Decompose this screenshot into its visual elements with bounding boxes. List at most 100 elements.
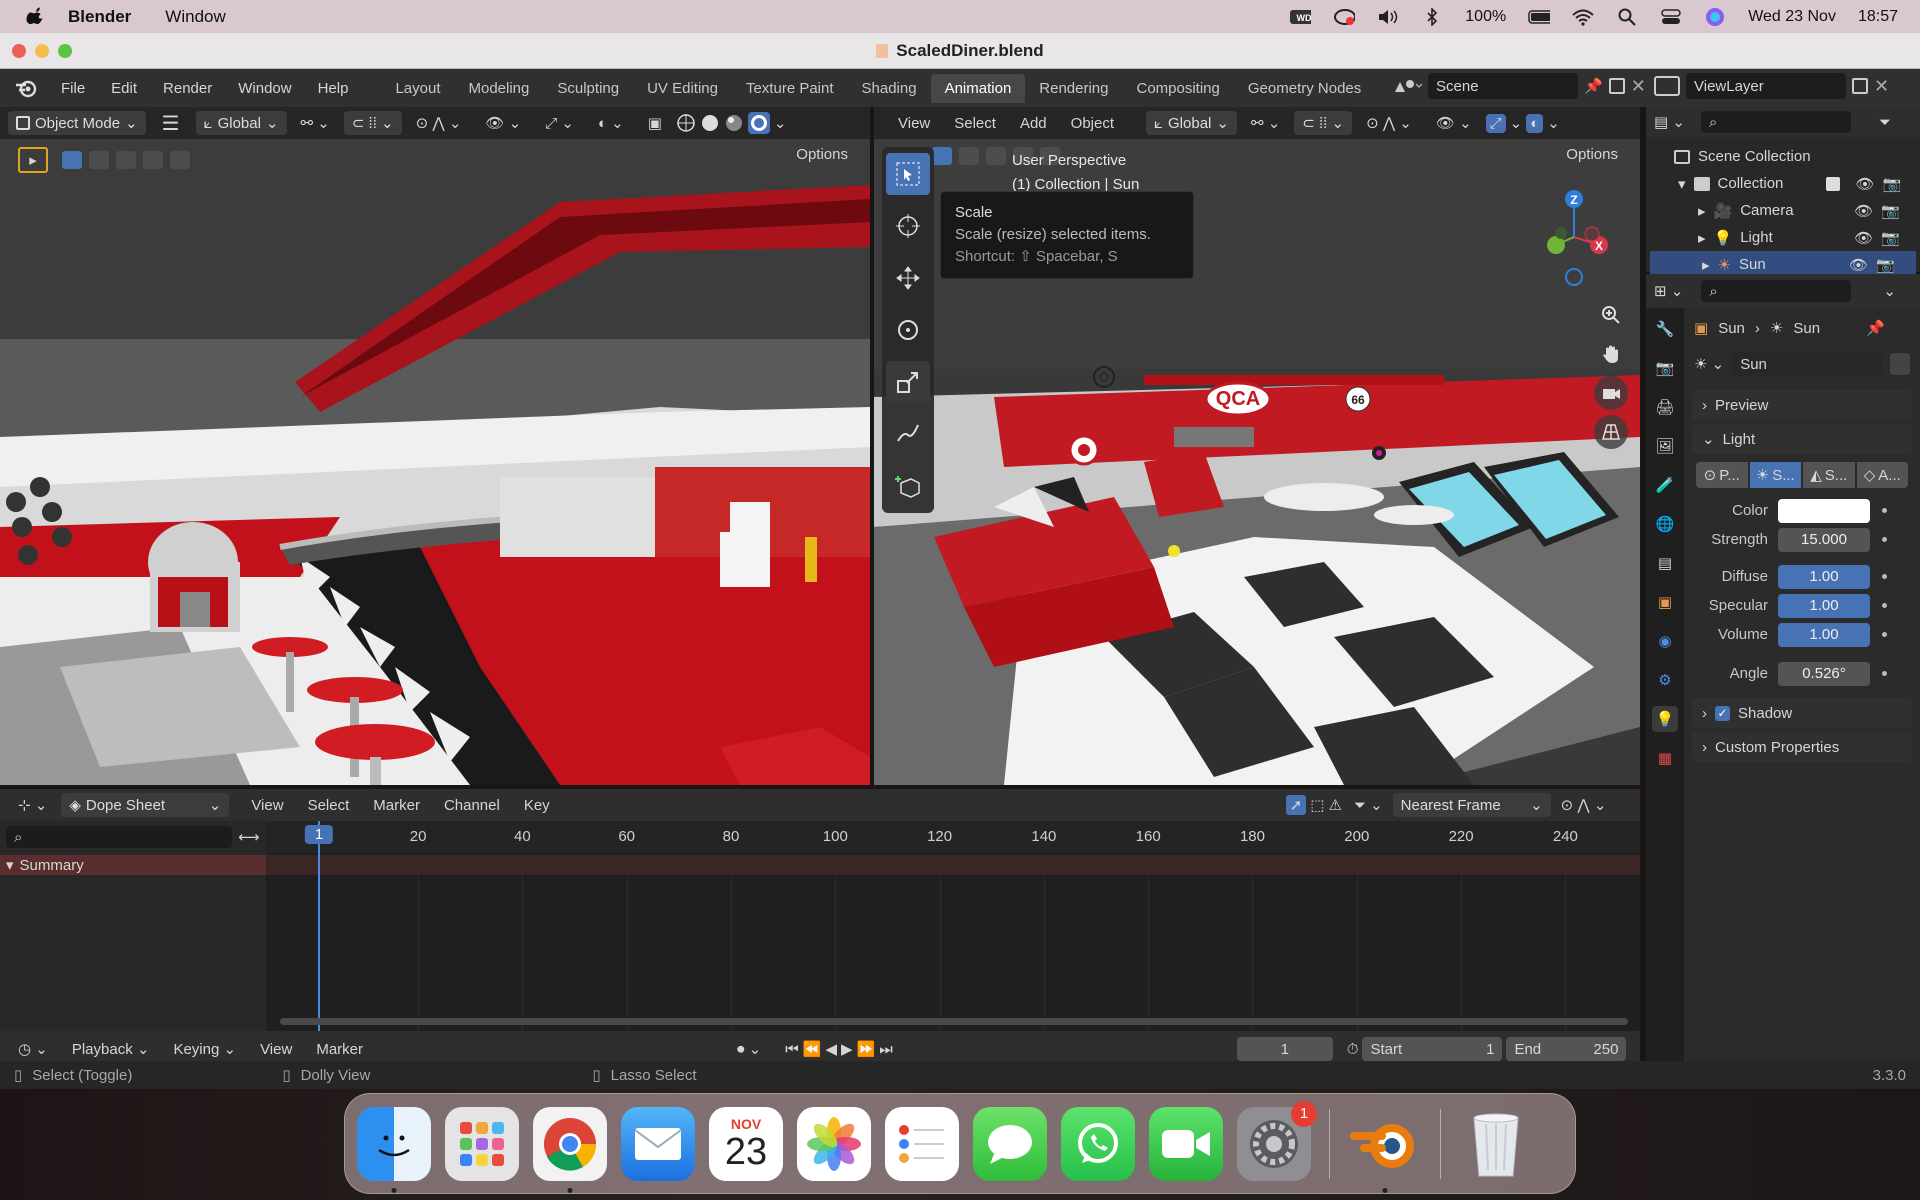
jump-start-icon[interactable]: ⏮	[785, 1041, 799, 1058]
properties-search-input[interactable]: ⌕	[1701, 280, 1852, 302]
keyframe-dot-icon[interactable]	[1882, 603, 1887, 608]
panel-light[interactable]: ⌄ Light	[1692, 424, 1912, 454]
current-frame-indicator[interactable]: 1	[304, 825, 334, 844]
creative-cloud-icon[interactable]	[1333, 8, 1356, 26]
playhead[interactable]	[318, 821, 320, 1031]
hamburger-menu-icon[interactable]: ☰	[162, 111, 180, 136]
pivot-point-icon[interactable]: ⚯ ⌄	[291, 111, 340, 135]
visibility-icon[interactable]: 👁 ⌄	[1426, 111, 1482, 135]
diffuse-value[interactable]: 1.00	[1778, 564, 1870, 589]
light-type-point[interactable]: ⊙ P...	[1696, 462, 1748, 488]
chrome-icon[interactable]	[533, 1106, 607, 1193]
play-reverse-icon[interactable]: ◀	[825, 1040, 837, 1058]
menu-window[interactable]: Window	[225, 80, 304, 97]
expand-right-icon[interactable]: ▸	[1698, 202, 1706, 220]
expand-right-icon[interactable]: ▸	[1698, 229, 1706, 247]
menubar-date[interactable]: Wed 23 Nov	[1748, 8, 1836, 26]
tab-texture-paint[interactable]: Texture Paint	[732, 74, 848, 103]
camera-render-icon[interactable]: 📷	[1883, 175, 1902, 193]
cursor-tool[interactable]	[886, 205, 930, 247]
chevron-down-icon[interactable]: ⌄	[1510, 114, 1523, 132]
chevron-down-icon[interactable]: ⌄	[1547, 114, 1560, 132]
select-invert-icon[interactable]	[143, 151, 163, 169]
eye-icon[interactable]: 👁	[1849, 256, 1868, 274]
outliner-row-light[interactable]: ▸ 💡 Light 👁 📷	[1646, 224, 1920, 251]
editor-type-icon[interactable]: ⊞ ⌄	[1654, 282, 1683, 300]
new-scene-icon[interactable]	[1608, 78, 1625, 94]
current-frame-field[interactable]: 1	[1236, 1037, 1333, 1061]
select-box-tool[interactable]	[886, 153, 930, 195]
show-hidden-icon[interactable]: ⬚	[1310, 796, 1324, 814]
select-intersect-icon[interactable]	[170, 151, 190, 169]
whatsapp-icon[interactable]	[1061, 1106, 1135, 1181]
messages-icon[interactable]	[973, 1106, 1047, 1181]
navigation-gizmo[interactable]: Z X	[1529, 187, 1619, 287]
delete-view-layer-icon[interactable]: ✕	[1874, 76, 1889, 97]
color-swatch[interactable]	[1778, 498, 1870, 523]
keyframe-dot-icon[interactable]	[1882, 508, 1887, 513]
object-tab-icon[interactable]: ▣	[1652, 589, 1678, 615]
transform-orientation-dropdown[interactable]: ⟀ Global ⌄	[195, 111, 287, 135]
system-preferences-icon[interactable]: 1	[1237, 1100, 1317, 1181]
menu-render[interactable]: Render	[150, 80, 225, 97]
minimize-window-button[interactable]	[35, 44, 49, 58]
ds-menu-marker[interactable]: Marker	[363, 794, 430, 817]
snap-toggle-icon[interactable]: ⊂ ⁞⁞ ⌄	[343, 111, 402, 135]
breadcrumb-data[interactable]: Sun	[1793, 320, 1820, 337]
auto-keying-record-icon[interactable]: ⏺ ⌄	[737, 1040, 761, 1058]
gizmo-toggle-icon[interactable]: ⤢ ⌄	[535, 111, 584, 135]
object-mode-dropdown[interactable]: Object Mode ⌄	[8, 111, 146, 135]
options-button[interactable]: Options	[1556, 143, 1628, 166]
specular-value[interactable]: 1.00	[1778, 593, 1870, 618]
chevron-down-icon[interactable]: ⌄	[774, 114, 787, 132]
keyframe-dot-icon[interactable]	[1882, 671, 1887, 676]
select-tool-icon[interactable]: ▸	[18, 147, 48, 173]
delete-scene-icon[interactable]: ✕	[1631, 76, 1646, 97]
blender-logo-icon[interactable]	[14, 77, 38, 99]
finder-icon[interactable]	[357, 1106, 431, 1193]
light-type-spot[interactable]: ◭ S...	[1803, 462, 1855, 488]
camera-view-icon[interactable]	[1594, 376, 1628, 410]
scene-icon[interactable]	[1392, 76, 1422, 96]
strength-value[interactable]: 15.000	[1778, 527, 1870, 552]
zoom-window-button[interactable]	[58, 44, 72, 58]
jump-keyframe-back-icon[interactable]: ⏪	[803, 1040, 822, 1058]
stopwatch-icon[interactable]: ⏱	[1347, 1041, 1359, 1058]
close-window-button[interactable]	[12, 44, 26, 58]
wd-drive-icon[interactable]: WD	[1289, 8, 1312, 26]
dope-sheet-timeline-area[interactable]: 20 40 60 80 100 120 140 160 180 200 220 240 1	[266, 821, 1640, 1031]
datablock-field[interactable]: Sun	[1732, 351, 1883, 377]
end-frame-field[interactable]: End 250	[1506, 1037, 1627, 1061]
only-selected-icon[interactable]: ➚	[1285, 795, 1307, 815]
battery-icon[interactable]	[1528, 8, 1551, 26]
proportional-edit-icon[interactable]: ⊙ ⋀ ⌄	[1561, 796, 1607, 814]
launchpad-icon[interactable]	[445, 1106, 519, 1181]
menu-keying[interactable]: Keying ⌄	[163, 1037, 246, 1061]
pin-icon[interactable]: 📌	[1866, 319, 1885, 337]
physics-tab-icon[interactable]: ◉	[1652, 628, 1678, 654]
options-button[interactable]: Options	[786, 143, 858, 166]
facetime-icon[interactable]	[1149, 1106, 1223, 1181]
panel-custom-properties[interactable]: › Custom Properties	[1692, 732, 1912, 762]
pin-icon[interactable]: 📌	[1584, 77, 1603, 95]
tl-menu-view[interactable]: View	[250, 1038, 302, 1061]
blender-icon[interactable]	[1348, 1107, 1422, 1193]
trash-icon[interactable]	[1459, 1107, 1533, 1181]
light-data-tab-icon[interactable]: 💡	[1652, 706, 1678, 732]
filter-icon[interactable]: ⏷ ⌄	[1354, 796, 1383, 814]
constraints-tab-icon[interactable]: ⚙	[1652, 667, 1678, 693]
tl-menu-marker[interactable]: Marker	[306, 1038, 373, 1061]
ds-menu-view[interactable]: View	[241, 794, 293, 817]
add-cube-tool[interactable]	[886, 465, 930, 507]
calendar-icon[interactable]: NOV 23	[709, 1106, 783, 1181]
eye-icon[interactable]: 👁	[1856, 175, 1875, 193]
menu-help[interactable]: Help	[305, 80, 362, 97]
select-new-icon[interactable]	[62, 151, 82, 169]
viewport-right[interactable]: View Select Add Object ⟀ Global ⌄ ⚯ ⌄ ⊂ ⁞⁞…	[874, 107, 1640, 785]
volume-value[interactable]: 1.00	[1778, 622, 1870, 647]
select-subtract-icon[interactable]	[986, 147, 1006, 165]
wifi-icon[interactable]	[1572, 8, 1594, 26]
viewport-left[interactable]: Object Mode ⌄ ☰ ⟀ Global ⌄ ⚯ ⌄ ⊂ ⁞⁞ ⌄ ⊙ ⋀ ⌄…	[0, 107, 870, 785]
menubar-time[interactable]: 18:57	[1858, 8, 1898, 26]
zoom-icon[interactable]	[1594, 298, 1628, 332]
